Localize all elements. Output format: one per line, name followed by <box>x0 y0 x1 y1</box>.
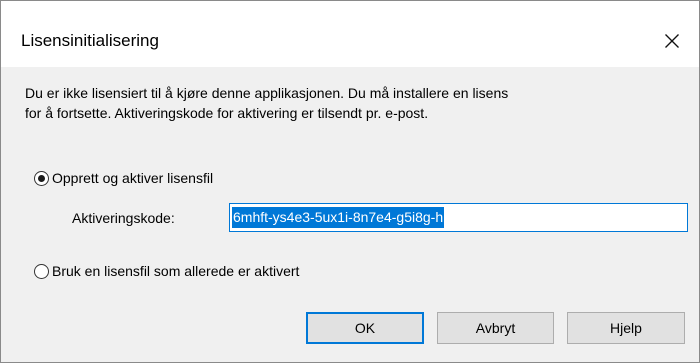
title-bar: Lisensinitialisering <box>1 1 699 67</box>
existing-license-label: Bruk en lisensfil som allerede er aktive… <box>52 263 300 279</box>
activation-code-input[interactable]: 6mhft-ys4e3-5ux1i-8n7e4-g5i8g-h <box>229 203 688 232</box>
create-license-label: Opprett og aktiver lisensfil <box>52 170 214 186</box>
close-button[interactable] <box>645 21 699 61</box>
license-message: Du er ikke lisensiert til å kjøre denne … <box>25 83 675 123</box>
license-dialog: Lisensinitialisering Du er ikke lisensie… <box>0 0 700 363</box>
activation-code-label: Aktiveringskode: <box>72 210 175 226</box>
existing-license-option[interactable]: Bruk en lisensfil som allerede er aktive… <box>34 261 299 281</box>
message-line-1: Du er ikke lisensiert til å kjøre denne … <box>25 85 509 101</box>
message-line-2: for å fortsette. Aktiveringskode for akt… <box>25 105 429 121</box>
activation-code-value: 6mhft-ys4e3-5ux1i-8n7e4-g5i8g-h <box>232 207 445 228</box>
ok-button[interactable]: OK <box>306 312 424 344</box>
create-license-option[interactable]: Opprett og aktiver lisensfil <box>34 168 213 188</box>
window-title: Lisensinitialisering <box>21 31 159 50</box>
close-icon <box>665 34 679 48</box>
cancel-button[interactable]: Avbryt <box>437 312 554 344</box>
create-license-radio[interactable] <box>34 170 49 186</box>
existing-license-radio[interactable] <box>34 263 49 279</box>
help-button[interactable]: Hjelp <box>567 312 685 344</box>
